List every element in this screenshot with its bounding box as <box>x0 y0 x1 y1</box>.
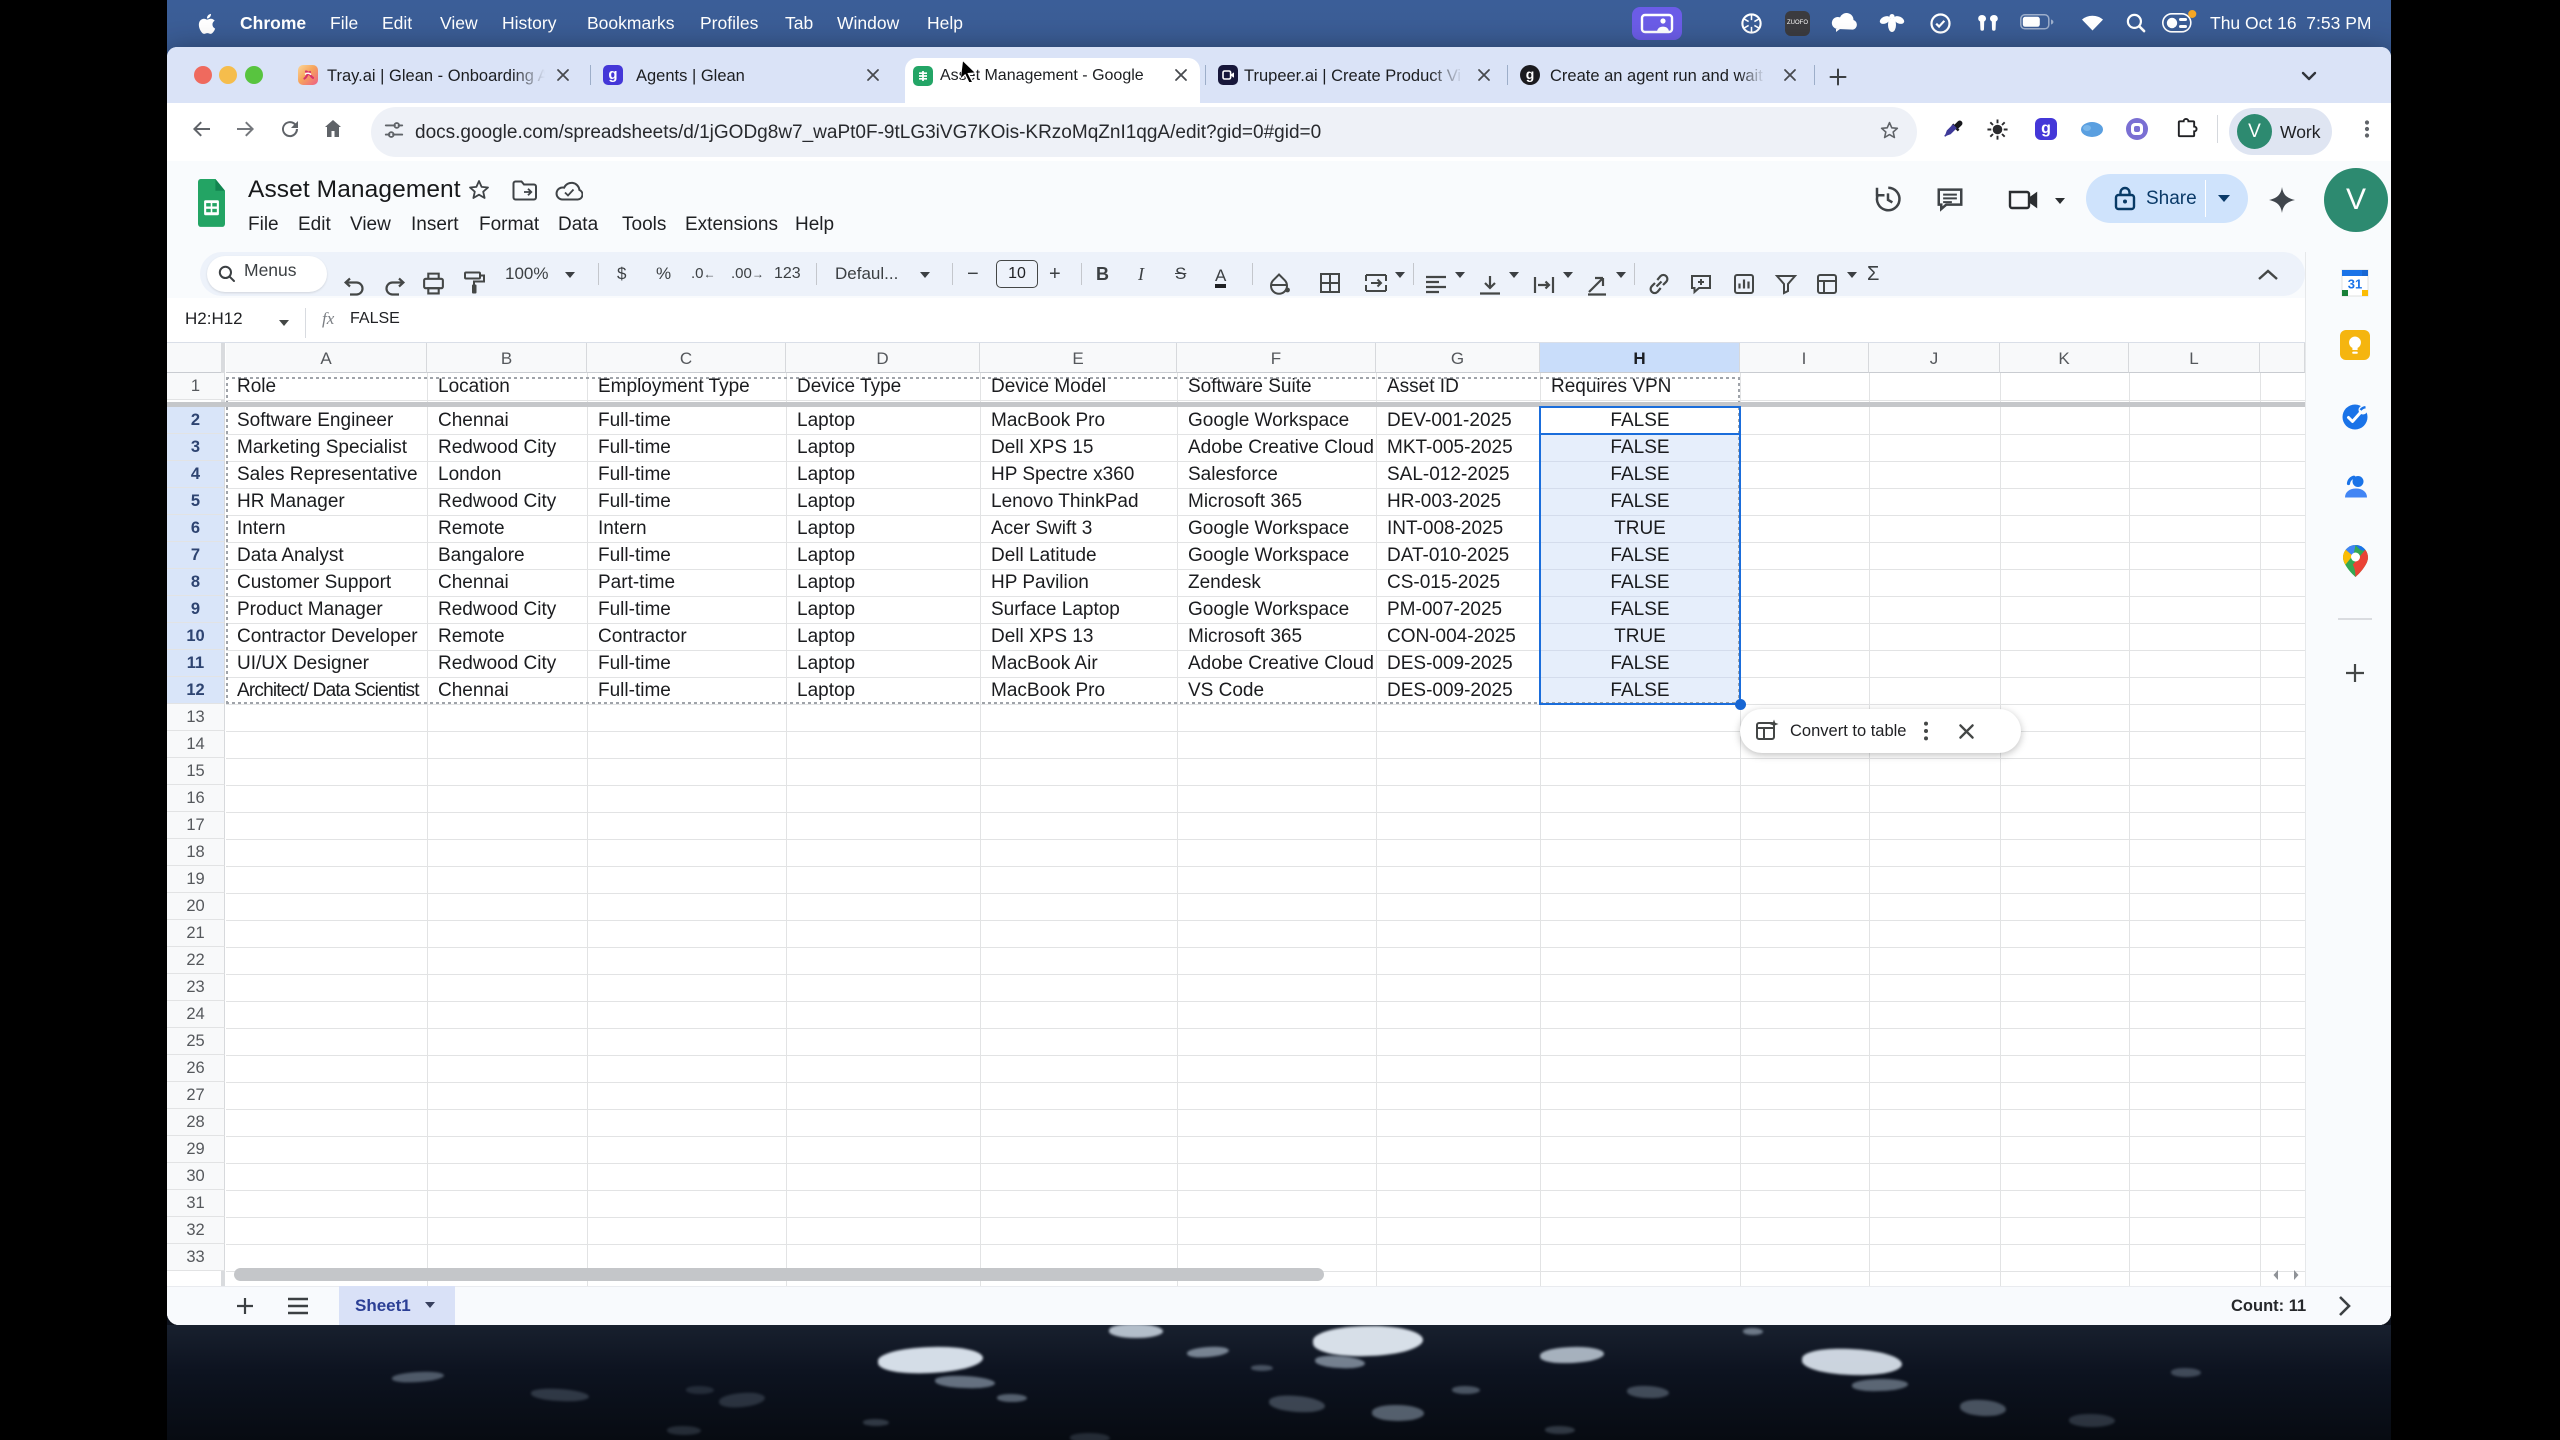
svg-text:31: 31 <box>2348 277 2362 292</box>
